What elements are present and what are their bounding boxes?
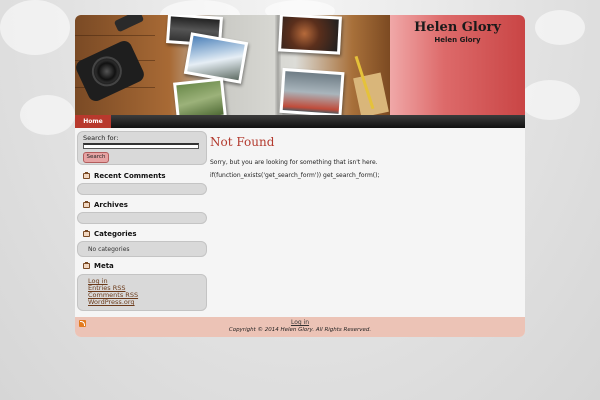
categories-box: No categories [77,241,207,257]
page-title: Not Found [210,135,275,149]
wood-plank-line [75,35,155,36]
widget-title-categories: Categories [83,230,137,238]
widget-title-meta: Meta [83,262,114,270]
site-description: Helen Glory [434,36,481,44]
meta-link-wordpress[interactable]: WordPress.org [88,299,206,306]
widget-bullet-icon [83,172,90,179]
search-input[interactable] [83,143,199,149]
widget-title-text: Meta [94,262,114,270]
recent-comments-box [77,183,207,195]
header-image [75,15,390,115]
site-footer: Log in Copyright © 2014 Helen Glory. All… [75,317,525,337]
meta-box: Log in Entries RSS Comments RSS WordPres… [77,274,207,311]
camera-icon [75,38,147,104]
categories-empty-text: No categories [88,246,130,253]
camera-body [113,15,145,33]
footer-login-link[interactable]: Log in [75,319,525,326]
photo-print [173,77,227,115]
background-cloud [20,95,75,135]
site-title[interactable]: Helen Glory [390,20,525,35]
search-button[interactable]: Search [83,152,109,163]
widget-bullet-icon [83,201,90,208]
widget-title-text: Recent Comments [94,172,166,180]
main-navigation: Home [75,115,525,128]
site-title-box: Helen Glory Helen Glory [390,15,525,115]
widget-title-recent-comments: Recent Comments [83,172,166,180]
photo-print [278,15,342,55]
nav-item-home[interactable]: Home [75,115,111,128]
widget-bullet-icon [83,230,90,237]
site-header: Helen Glory Helen Glory [75,15,525,115]
widget-title-archives: Archives [83,201,128,209]
search-label: Search for: [83,134,119,142]
page-wrapper: Helen Glory Helen Glory Home Search for:… [75,15,525,337]
photo-print [183,32,249,84]
search-form-code: if(function_exists('get_search_form')) g… [210,172,380,179]
not-found-message: Sorry, but you are looking for something… [210,159,378,166]
background-cloud [520,80,580,120]
widget-title-text: Categories [94,230,137,238]
photo-print [279,67,345,115]
main-content: Not Found Sorry, but you are looking for… [210,135,520,315]
footer-copyright: Copyright © 2014 Helen Glory. All Rights… [228,327,372,333]
search-widget: Search for: Search [77,131,207,165]
meta-links: Log in Entries RSS Comments RSS WordPres… [78,275,206,306]
widget-title-text: Archives [94,201,128,209]
archives-box [77,212,207,224]
widget-bullet-icon [83,262,90,269]
background-cloud [0,0,70,55]
background-cloud [535,10,585,45]
sidebar: Search for: Search Recent Comments Archi… [77,131,207,315]
